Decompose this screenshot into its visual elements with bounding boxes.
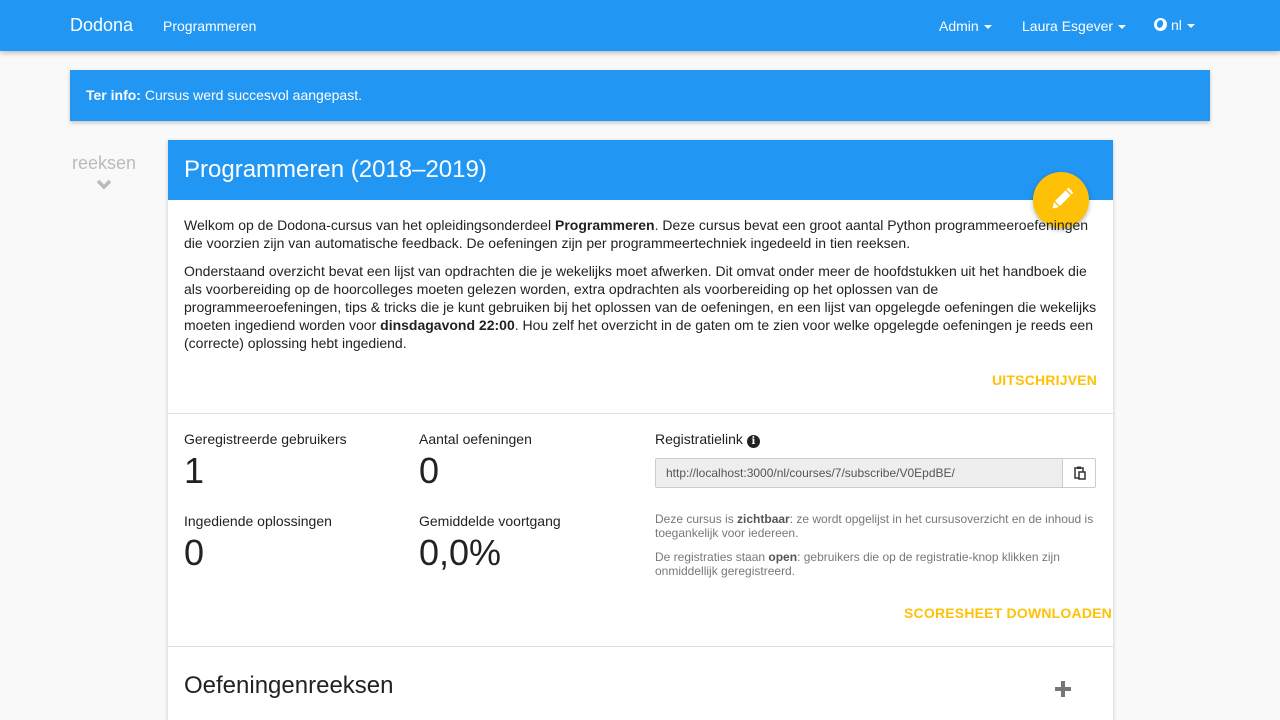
nav-link-programmeren[interactable]: Programmeren bbox=[163, 18, 256, 34]
alert-prefix: Ter info: bbox=[86, 87, 141, 103]
unsubscribe-button[interactable]: UITSCHRIJVEN bbox=[992, 372, 1097, 388]
copy-link-button[interactable] bbox=[1062, 458, 1096, 488]
globe-icon bbox=[1154, 18, 1167, 31]
description-paragraph-2: Onderstaand overzicht bevat een lijst va… bbox=[184, 263, 1097, 351]
divider bbox=[168, 646, 1113, 647]
registration-link-field[interactable]: http://localhost:3000/nl/courses/7/subsc… bbox=[655, 458, 1063, 488]
divider bbox=[168, 413, 1113, 414]
plus-icon[interactable] bbox=[1054, 680, 1072, 698]
visibility-note: Deze cursus is zichtbaar: ze wordt opgel… bbox=[655, 512, 1094, 540]
caret-down-icon bbox=[1118, 25, 1127, 30]
caret-down-icon bbox=[983, 25, 992, 30]
series-rail-title[interactable]: reeksen bbox=[72, 153, 136, 174]
description-paragraph-1: Welkom op de Dodona-cursus van het oplei… bbox=[184, 217, 1089, 251]
registered-users-value: 1 bbox=[184, 450, 205, 491]
exercise-count-value: 0 bbox=[419, 450, 440, 491]
submissions-value: 0 bbox=[184, 532, 205, 573]
chevron-down-icon[interactable] bbox=[96, 178, 112, 190]
navbar: Dodona Programmeren Admin Laura Esgever … bbox=[0, 0, 1280, 51]
registered-users-label: Geregistreerde gebruikers bbox=[184, 431, 347, 447]
submissions-label: Ingediende oplossingen bbox=[184, 513, 332, 529]
language-dropdown[interactable]: nl bbox=[1154, 17, 1195, 33]
course-description: Welkom op de Dodona-cursus van het oplei… bbox=[184, 216, 1099, 362]
info-alert: Ter info: Cursus werd succesvol aangepas… bbox=[70, 70, 1210, 121]
course-card: Programmeren (2018–2019) Welkom op de Do… bbox=[168, 140, 1113, 720]
exercise-count-label: Aantal oefeningen bbox=[419, 431, 532, 447]
info-icon[interactable]: i bbox=[746, 435, 760, 448]
clipboard-icon bbox=[1074, 466, 1086, 480]
brand-link[interactable]: Dodona bbox=[70, 15, 133, 36]
average-progress-value: 0,0% bbox=[419, 532, 502, 573]
admin-label: Admin bbox=[939, 18, 979, 34]
exercise-series-title: Oefeningenreeksen bbox=[184, 672, 394, 699]
alert-message: Cursus werd succesvol aangepast. bbox=[144, 87, 362, 103]
user-dropdown[interactable]: Laura Esgever bbox=[1022, 18, 1127, 34]
admin-dropdown[interactable]: Admin bbox=[939, 18, 992, 34]
average-progress-label: Gemiddelde voortgang bbox=[419, 513, 561, 529]
caret-down-icon bbox=[1186, 24, 1195, 29]
user-label: Laura Esgever bbox=[1022, 18, 1114, 34]
download-scoresheet-button[interactable]: SCORESHEET DOWNLOADEN bbox=[904, 605, 1112, 621]
language-label: nl bbox=[1171, 17, 1182, 33]
registration-note: De registraties staan open: gebruikers d… bbox=[655, 550, 1060, 578]
course-title: Programmeren (2018–2019) bbox=[184, 156, 487, 183]
registration-link-label: Registratielink i bbox=[655, 431, 760, 448]
course-card-header: Programmeren (2018–2019) bbox=[168, 140, 1113, 200]
